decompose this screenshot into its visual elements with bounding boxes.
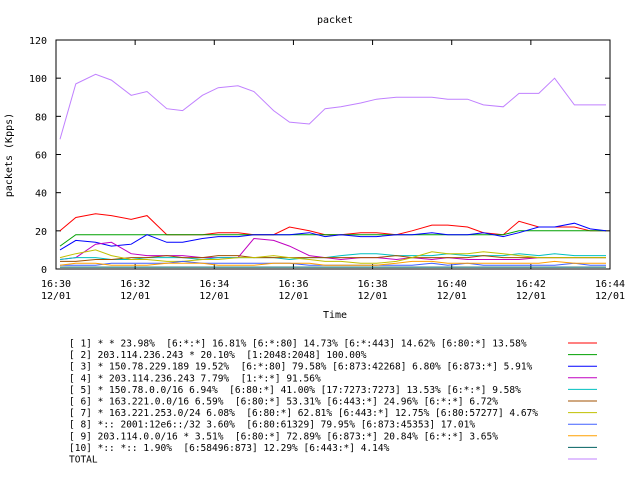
- y-tick-label-4: 80: [35, 112, 47, 123]
- legend-label-5: [ 5] * 150.78.0.0/16 6.94% [6:80:*] 41.0…: [69, 385, 521, 396]
- legend-label-7: [ 7] * 163.221.253.0/24 6.08% [6:80:*] 6…: [69, 408, 538, 419]
- legend-label-8: [ 8] *:: 2001:12e6::/32 3.60% [6:80:6132…: [69, 420, 475, 431]
- x-tick-label-time-2: 16:34: [199, 279, 229, 290]
- series-line-3: [59, 222, 607, 251]
- y-tick-label-2: 40: [35, 189, 47, 200]
- line-chart: packet packets (Kpps) Time 0 20 40 60 80 100 1…: [4, 15, 625, 466]
- legend: [ 1] * * 23.98% [6:*:*] 16.81% [6:*:80] …: [69, 339, 597, 466]
- legend-label-3: [ 3] * 150.78.229.189 19.52% [6:*:80] 79…: [69, 362, 533, 373]
- legend-label-6: [ 6] * 163.221.0.0/16 6.59% [6:80:*] 53.…: [69, 397, 498, 408]
- x-tick-label-date-2: 12/01: [199, 291, 229, 302]
- x-tick-label-date-1: 12/01: [120, 291, 150, 302]
- legend-label-2: [ 2] 203.114.236.243 * 20.10% [1:2048:20…: [69, 350, 367, 361]
- legend-label-11: TOTAL: [69, 455, 98, 466]
- chart-title: packet: [317, 15, 353, 26]
- x-tick-label-date-5: 12/01: [437, 291, 467, 302]
- y-tick-label-1: 20: [35, 227, 47, 238]
- y-tick-label-3: 60: [35, 151, 47, 162]
- x-tick-label-time-6: 16:42: [516, 279, 546, 290]
- y-tick-label-5: 100: [29, 74, 47, 85]
- x-axis-label: Time: [323, 310, 347, 321]
- y-axis: 0 20 40 60 80 100 120: [29, 36, 610, 276]
- x-tick-label-time-3: 16:36: [278, 279, 308, 290]
- x-tick-label-date-6: 12/01: [516, 291, 546, 302]
- x-tick-label-time-1: 16:32: [120, 279, 150, 290]
- series-line-11: [59, 73, 606, 140]
- legend-label-4: [ 4] * 203.114.236.243 7.79% [1:*:*] 91.…: [69, 373, 321, 384]
- x-tick-label-date-4: 12/01: [358, 291, 388, 302]
- y-axis-label: packets (Kpps): [4, 113, 15, 197]
- y-tick-label-0: 0: [41, 265, 47, 276]
- x-tick-label-time-7: 16:44: [595, 279, 625, 290]
- legend-label-9: [ 9] 203.114.0.0/16 * 3.51% [6:80:*] 72.…: [69, 431, 498, 442]
- x-tick-label-time-5: 16:40: [437, 279, 467, 290]
- legend-label-10: [10] *:: *:: 1.90% [6:58496:873] 12.29% …: [69, 443, 390, 454]
- x-axis: 16:3012/0116:3212/0116:3412/0116:3612/01…: [41, 40, 625, 302]
- x-tick-label-date-3: 12/01: [278, 291, 308, 302]
- x-tick-label-time-0: 16:30: [41, 279, 71, 290]
- series-line-2: [59, 230, 606, 247]
- series-lines: [59, 73, 607, 268]
- y-tick-label-6: 120: [29, 36, 47, 47]
- legend-label-1: [ 1] * * 23.98% [6:*:*] 16.81% [6:*:80] …: [69, 339, 527, 350]
- x-tick-label-time-4: 16:38: [358, 279, 388, 290]
- x-tick-label-date-0: 12/01: [41, 291, 71, 302]
- x-tick-label-date-7: 12/01: [595, 291, 625, 302]
